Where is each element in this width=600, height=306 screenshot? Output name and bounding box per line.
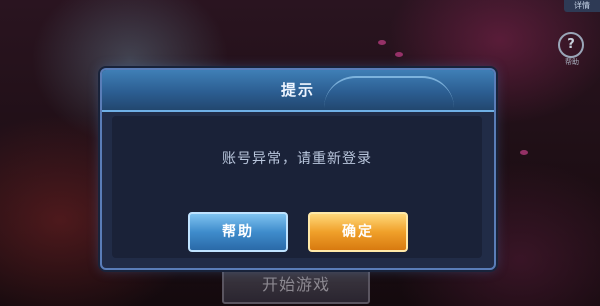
dialog-title: 提示	[280, 81, 315, 99]
dialog-body: 账号异常，请重新登录	[112, 116, 482, 258]
details-button[interactable]: 详情	[564, 0, 600, 12]
petal-decoration	[520, 150, 528, 155]
petal-decoration	[395, 52, 403, 57]
question-icon[interactable]: ?	[558, 32, 584, 58]
help-button[interactable]: 帮助	[188, 212, 288, 252]
dialog-message: 账号异常，请重新登录	[222, 151, 372, 167]
petal-decoration	[378, 40, 386, 45]
side-help-label: 帮助	[565, 58, 579, 66]
confirm-button[interactable]: 确定	[308, 212, 408, 252]
alert-dialog: 提示 账号异常，请重新登录 帮助 确定	[100, 68, 496, 270]
start-game-button[interactable]: 开始游戏	[222, 266, 370, 304]
